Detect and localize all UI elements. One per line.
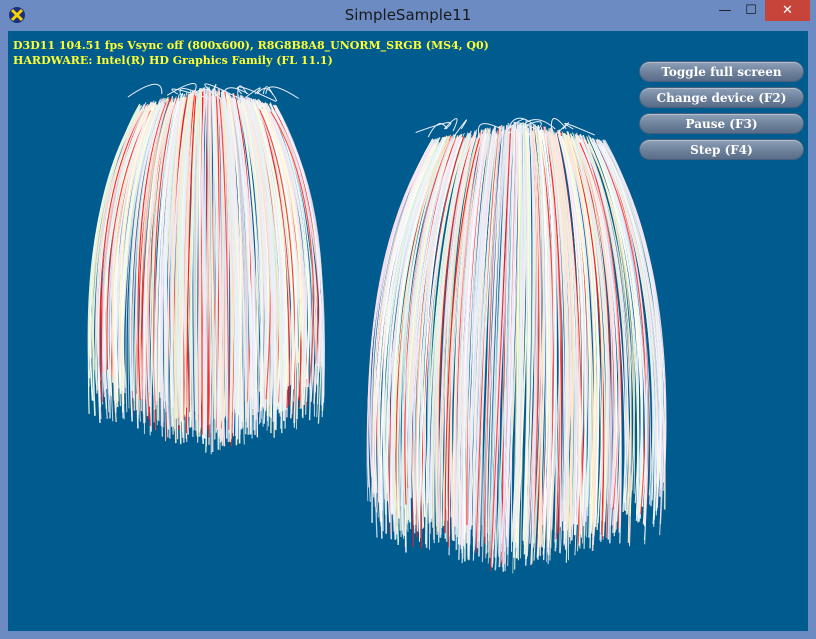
change-device-button[interactable]: Change device (F2) xyxy=(640,88,803,107)
stats-overlay: D3D11 104.51 fps Vsync off (800x600), R8… xyxy=(13,38,489,68)
hair-model-right xyxy=(366,117,667,574)
hair-strand-stray xyxy=(265,86,299,99)
hair-strand-stray xyxy=(127,83,163,98)
minimize-button[interactable]: — xyxy=(712,0,738,21)
stats-line-2: HARDWARE: Intel(R) HD Graphics Family (F… xyxy=(13,54,333,67)
hair-strand-stray xyxy=(564,122,595,136)
hair-model-left xyxy=(87,82,325,455)
window-title: SimpleSample11 xyxy=(344,6,472,24)
step-button[interactable]: Step (F4) xyxy=(640,140,803,159)
application-window: SimpleSample11 — ☐ ✕ D3D11 104.51 fps Vs… xyxy=(0,0,816,639)
hair-strand-stray xyxy=(427,123,448,138)
stats-line-1: D3D11 104.51 fps Vsync off (800x600), R8… xyxy=(13,39,489,52)
pause-button[interactable]: Pause (F3) xyxy=(640,114,803,133)
render-viewport[interactable]: D3D11 104.51 fps Vsync off (800x600), R8… xyxy=(8,31,808,631)
toggle-fullscreen-button[interactable]: Toggle full screen xyxy=(640,62,803,81)
title-bar[interactable]: SimpleSample11 — ☐ ✕ xyxy=(0,0,816,31)
close-button[interactable]: ✕ xyxy=(765,0,810,21)
maximize-button[interactable]: ☐ xyxy=(738,0,764,21)
